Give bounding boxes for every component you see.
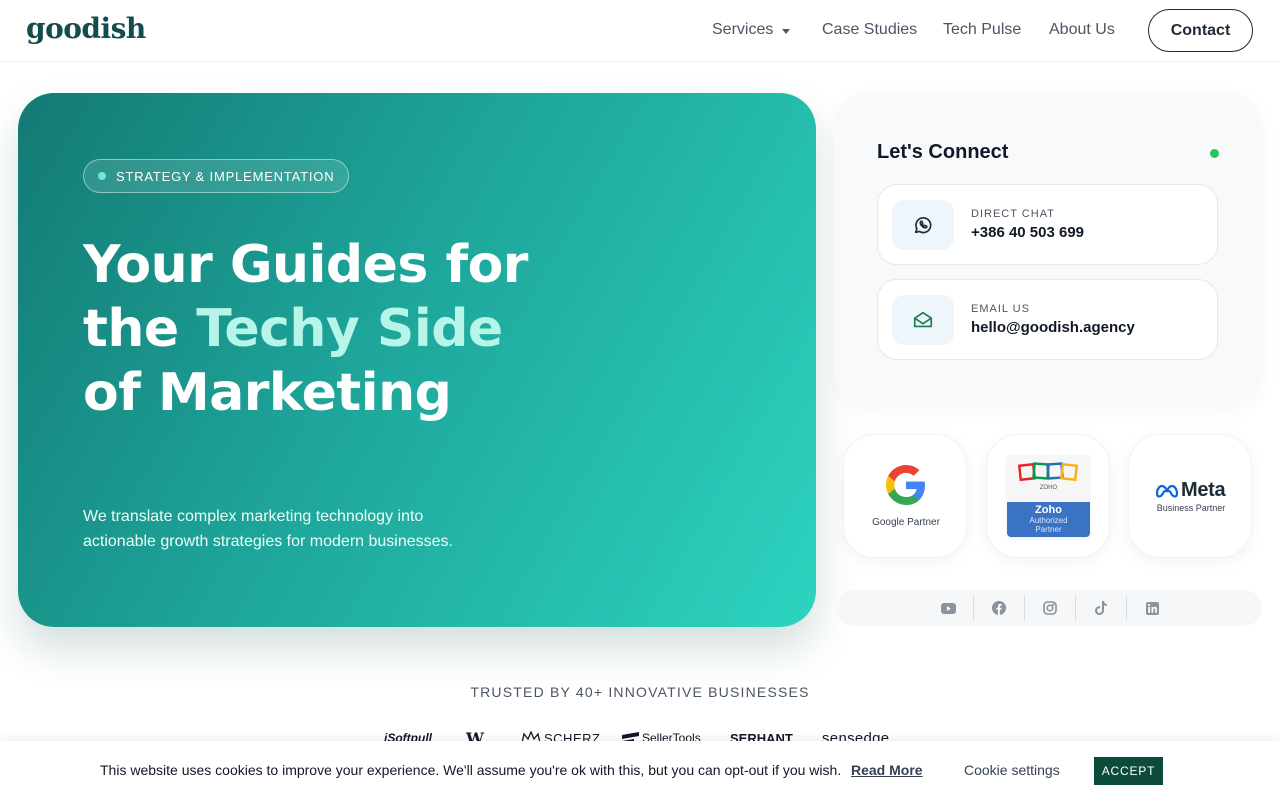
direct-chat-item[interactable]: DIRECT CHAT +386 40 503 699 [877,184,1218,265]
zoho-name: Zoho [1035,504,1062,516]
whatsapp-icon [892,200,954,250]
accept-cookies-button[interactable]: ACCEPT [1094,757,1163,785]
email-address[interactable]: hello@goodish.agency [971,319,1135,336]
hero-title-line3: of Marketing [83,363,452,423]
online-status-dot [1210,149,1219,158]
google-partner-label: Google Partner [872,517,940,528]
email-label: EMAIL US [971,303,1030,315]
hero-tag: STRATEGY & IMPLEMENTATION [83,159,350,193]
zoho-brand-text: ZOHO [1040,485,1058,491]
logo[interactable]: goodish [26,12,146,45]
nav-case-studies[interactable]: Case Studies [822,20,917,40]
zoho-squares-icon: ZOHO [1017,462,1079,491]
meta-partner-badge[interactable]: Meta Business Partner [1128,434,1252,558]
chevron-down-icon [782,28,791,34]
site-header: goodish Services Case Studies Tech Pulse… [0,0,1280,62]
dot-icon [98,172,106,180]
nav-tech-pulse[interactable]: Tech Pulse [943,20,1021,40]
nav-services-label: Services [712,21,774,38]
hero-title-line2a: the [83,299,197,359]
zoho-partner-badge[interactable]: ZOHO Zoho Authorized Partner [986,434,1110,558]
cookie-settings-link[interactable]: Cookie settings [964,762,1060,778]
contact-button[interactable]: Contact [1148,9,1253,52]
meta-sub: Business Partner [1156,503,1226,513]
mail-icon [892,295,954,345]
cookie-banner: This website uses cookies to improve you… [0,741,1280,800]
linkedin-icon[interactable] [1127,596,1177,620]
zoho-sub1: Authorized [1029,516,1068,525]
nav-about-us[interactable]: About Us [1049,20,1115,40]
hero-title-line1: Your Guides for [83,235,528,295]
connect-card: Let's Connect DIRECT CHAT +386 40 503 69… [834,93,1262,403]
google-partner-badge[interactable]: Google Partner [843,434,967,558]
meta-infinity-icon [1155,484,1179,498]
hero-title-accent: Techy Side [196,299,503,359]
meta-logo: Meta [1155,479,1226,502]
zoho-sub2: Partner [1035,525,1062,534]
social-links [836,590,1262,626]
phone-number[interactable]: +386 40 503 699 [971,224,1084,241]
zoho-logo: ZOHO [1007,455,1090,502]
youtube-icon[interactable] [923,596,973,620]
hero-title: Your Guides for the Techy Side of Market… [83,233,563,425]
instagram-icon[interactable] [1025,596,1075,620]
facebook-icon[interactable] [974,596,1024,620]
hero-tag-label: STRATEGY & IMPLEMENTATION [116,168,335,184]
hero-card: STRATEGY & IMPLEMENTATION Your Guides fo… [18,93,816,627]
direct-chat-label: DIRECT CHAT [971,208,1055,220]
hero-description-line2: actionable growth strategies for modern … [83,533,453,550]
hero-description-line1: We translate complex marketing technolog… [83,508,424,525]
tiktok-icon[interactable] [1076,596,1126,620]
connect-title: Let's Connect [877,141,1009,163]
email-item[interactable]: EMAIL US hello@goodish.agency [877,279,1218,360]
meta-name: Meta [1181,479,1226,501]
nav-services[interactable]: Services [712,20,791,40]
zoho-badge: ZOHO Zoho Authorized Partner [1007,455,1090,537]
trusted-heading: TRUSTED BY 40+ INNOVATIVE BUSINESSES [470,684,810,700]
google-logo-icon [886,465,925,505]
read-more-link[interactable]: Read More [851,762,923,778]
cookie-text: This website uses cookies to improve you… [100,762,842,778]
hero-description: We translate complex marketing technolog… [83,504,503,554]
zoho-authorized-band: Zoho Authorized Partner [1007,502,1090,537]
